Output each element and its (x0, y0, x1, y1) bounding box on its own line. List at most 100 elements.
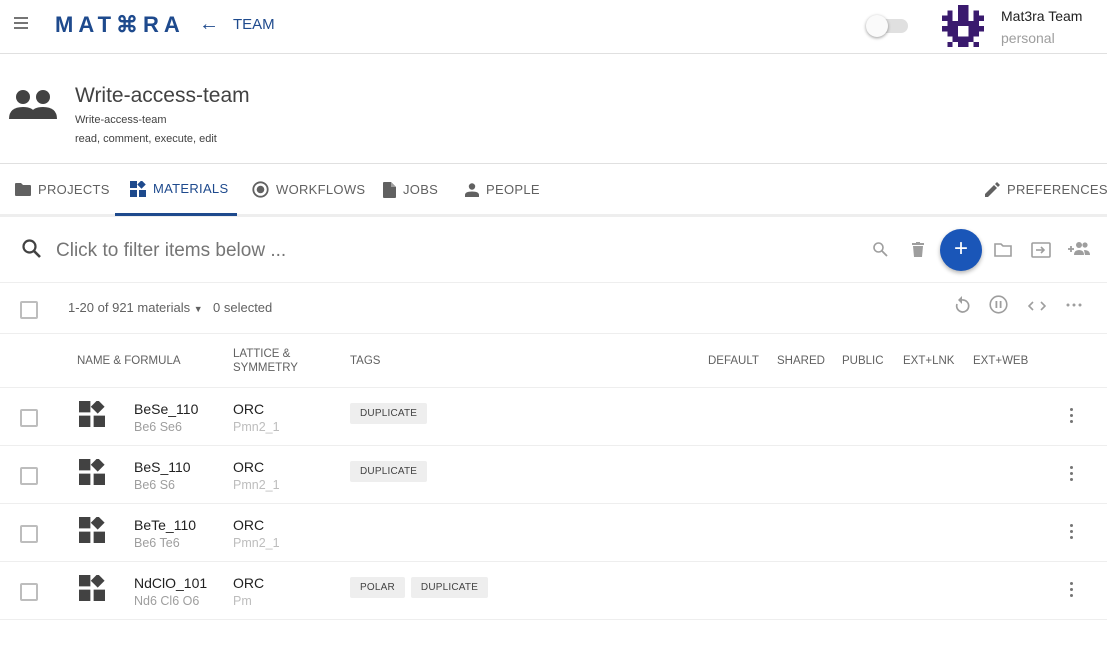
column-default[interactable]: DEFAULT (708, 354, 759, 368)
caret-down-icon: ▼ (193, 304, 203, 314)
column-name[interactable]: NAME & FORMULA (77, 354, 181, 368)
tab-label: PROJECTS (38, 182, 110, 197)
tab-jobs[interactable]: JOBS (383, 164, 438, 215)
material-icon (79, 459, 105, 485)
column-ext-web[interactable]: EXT+WEB (973, 354, 1028, 368)
avatar[interactable] (942, 5, 984, 47)
tab-label: MATERIALS (153, 181, 229, 196)
material-name[interactable]: BeS_110 (134, 459, 191, 475)
tab-people[interactable]: PEOPLE (465, 164, 540, 215)
lattice-type: ORC (233, 401, 265, 417)
filter-input[interactable] (56, 237, 656, 265)
tab-label: WORKFLOWS (276, 182, 366, 197)
table-header: NAME & FORMULA LATTICE & SYMMETRY TAGS D… (0, 334, 1107, 388)
more-vertical-icon[interactable] (1066, 408, 1076, 426)
material-name[interactable]: BeTe_110 (134, 517, 196, 533)
lattice-type: ORC (233, 459, 265, 475)
tags: DUPLICATE (350, 461, 428, 482)
search-icon[interactable] (873, 242, 888, 257)
item-count: 1-20 of 921 materials (68, 300, 191, 315)
team-subtitle: Write-access-team (75, 114, 167, 126)
pause-icon[interactable] (989, 295, 1008, 314)
theme-toggle[interactable] (866, 15, 910, 37)
search-icon (22, 239, 41, 258)
tags: DUPLICATE (350, 403, 428, 424)
selected-count: 0 selected (213, 300, 273, 315)
column-lattice-line2: SYMMETRY (233, 362, 298, 374)
column-public[interactable]: PUBLIC (842, 354, 884, 368)
lattice-type: ORC (233, 517, 265, 533)
code-icon[interactable] (1028, 301, 1046, 311)
row-checkbox[interactable] (20, 409, 38, 427)
preferences-button[interactable]: PREFERENCES (985, 164, 1107, 215)
column-ext-lnk[interactable]: EXT+LNK (903, 354, 954, 368)
row-checkbox[interactable] (20, 467, 38, 485)
share-users-icon[interactable] (1068, 241, 1090, 257)
column-shared[interactable]: SHARED (777, 354, 825, 368)
folder-icon (15, 183, 31, 196)
back-arrow-icon[interactable]: ← (199, 13, 219, 35)
tab-label: PEOPLE (486, 182, 540, 197)
tab-label: JOBS (403, 182, 439, 197)
material-formula: Be6 Se6 (134, 420, 182, 434)
file-icon (383, 181, 396, 198)
preferences-label: PREFERENCES (1007, 182, 1107, 197)
folder-outline-icon[interactable] (994, 243, 1012, 257)
app-logo[interactable]: MAT⌘RA (55, 12, 185, 38)
material-icon (79, 401, 105, 427)
material-icon (79, 575, 105, 601)
workflow-icon (252, 181, 269, 198)
more-horizontal-icon[interactable] (1066, 303, 1082, 307)
add-button[interactable]: + (940, 229, 982, 271)
select-all-checkbox[interactable] (20, 301, 38, 319)
table-row[interactable]: BeS_110 Be6 S6 ORC Pmn2_1 DUPLICATE (0, 446, 1107, 504)
more-vertical-icon[interactable] (1066, 466, 1076, 484)
breadcrumb[interactable]: TEAM (233, 16, 275, 33)
column-tags[interactable]: TAGS (350, 354, 380, 368)
tag-chip[interactable]: DUPLICATE (350, 461, 428, 482)
tab-workflows[interactable]: WORKFLOWS (252, 164, 365, 215)
menu-icon[interactable] (14, 17, 28, 29)
refresh-icon[interactable] (954, 296, 970, 314)
trash-icon[interactable] (912, 242, 924, 257)
materials-icon (130, 180, 146, 197)
user-name[interactable]: Mat3ra Team (1001, 8, 1082, 24)
top-bar: MAT⌘RA ← TEAM Mat3ra Team personal (0, 0, 1107, 54)
symmetry-group: Pmn2_1 (233, 478, 280, 492)
material-name[interactable]: NdClO_101 (134, 575, 207, 591)
filter-bar: + (0, 217, 1107, 283)
material-formula: Be6 Te6 (134, 536, 180, 550)
material-icon (79, 517, 105, 543)
team-icon (9, 89, 57, 121)
symmetry-group: Pmn2_1 (233, 420, 280, 434)
table-row[interactable]: NdClO_101 Nd6 Cl6 O6 ORC Pm POLAR DUPLIC… (0, 562, 1107, 620)
column-lattice[interactable]: LATTICE & SYMMETRY (233, 347, 298, 375)
more-vertical-icon[interactable] (1066, 582, 1076, 600)
tag-chip[interactable]: DUPLICATE (410, 577, 489, 598)
table-row[interactable]: BeTe_110 Be6 Te6 ORC Pmn2_1 (0, 504, 1107, 562)
more-vertical-icon[interactable] (1066, 524, 1076, 542)
material-formula: Be6 S6 (134, 478, 176, 492)
item-count-dropdown[interactable]: 1-20 of 921 materials ▼ (68, 300, 203, 315)
material-name[interactable]: BeSe_110 (134, 401, 198, 417)
row-checkbox[interactable] (20, 525, 38, 543)
column-lattice-line1: LATTICE & (233, 348, 291, 360)
team-permissions: read, comment, execute, edit (75, 133, 217, 145)
table-row[interactable]: BeSe_110 Be6 Se6 ORC Pmn2_1 DUPLICATE (0, 388, 1107, 446)
symmetry-group: Pm (233, 594, 252, 608)
move-to-icon[interactable] (1031, 242, 1051, 258)
tag-chip[interactable]: DUPLICATE (350, 403, 428, 424)
tab-materials[interactable]: MATERIALS (115, 164, 237, 216)
symmetry-group: Pmn2_1 (233, 536, 280, 550)
tags: POLAR DUPLICATE (350, 577, 489, 598)
person-icon (465, 182, 479, 197)
list-toolbar: 1-20 of 921 materials ▼ 0 selected (0, 283, 1107, 334)
material-formula: Nd6 Cl6 O6 (134, 594, 200, 608)
tab-projects[interactable]: PROJECTS (15, 164, 110, 215)
row-checkbox[interactable] (20, 583, 38, 601)
lattice-type: ORC (233, 575, 265, 591)
tag-chip[interactable]: POLAR (350, 577, 405, 598)
tab-bar: PROJECTS MATERIALS WORKFLOWS JOBS PEOPLE… (0, 163, 1107, 217)
pencil-icon (985, 182, 1000, 197)
account-type: personal (1001, 30, 1055, 46)
